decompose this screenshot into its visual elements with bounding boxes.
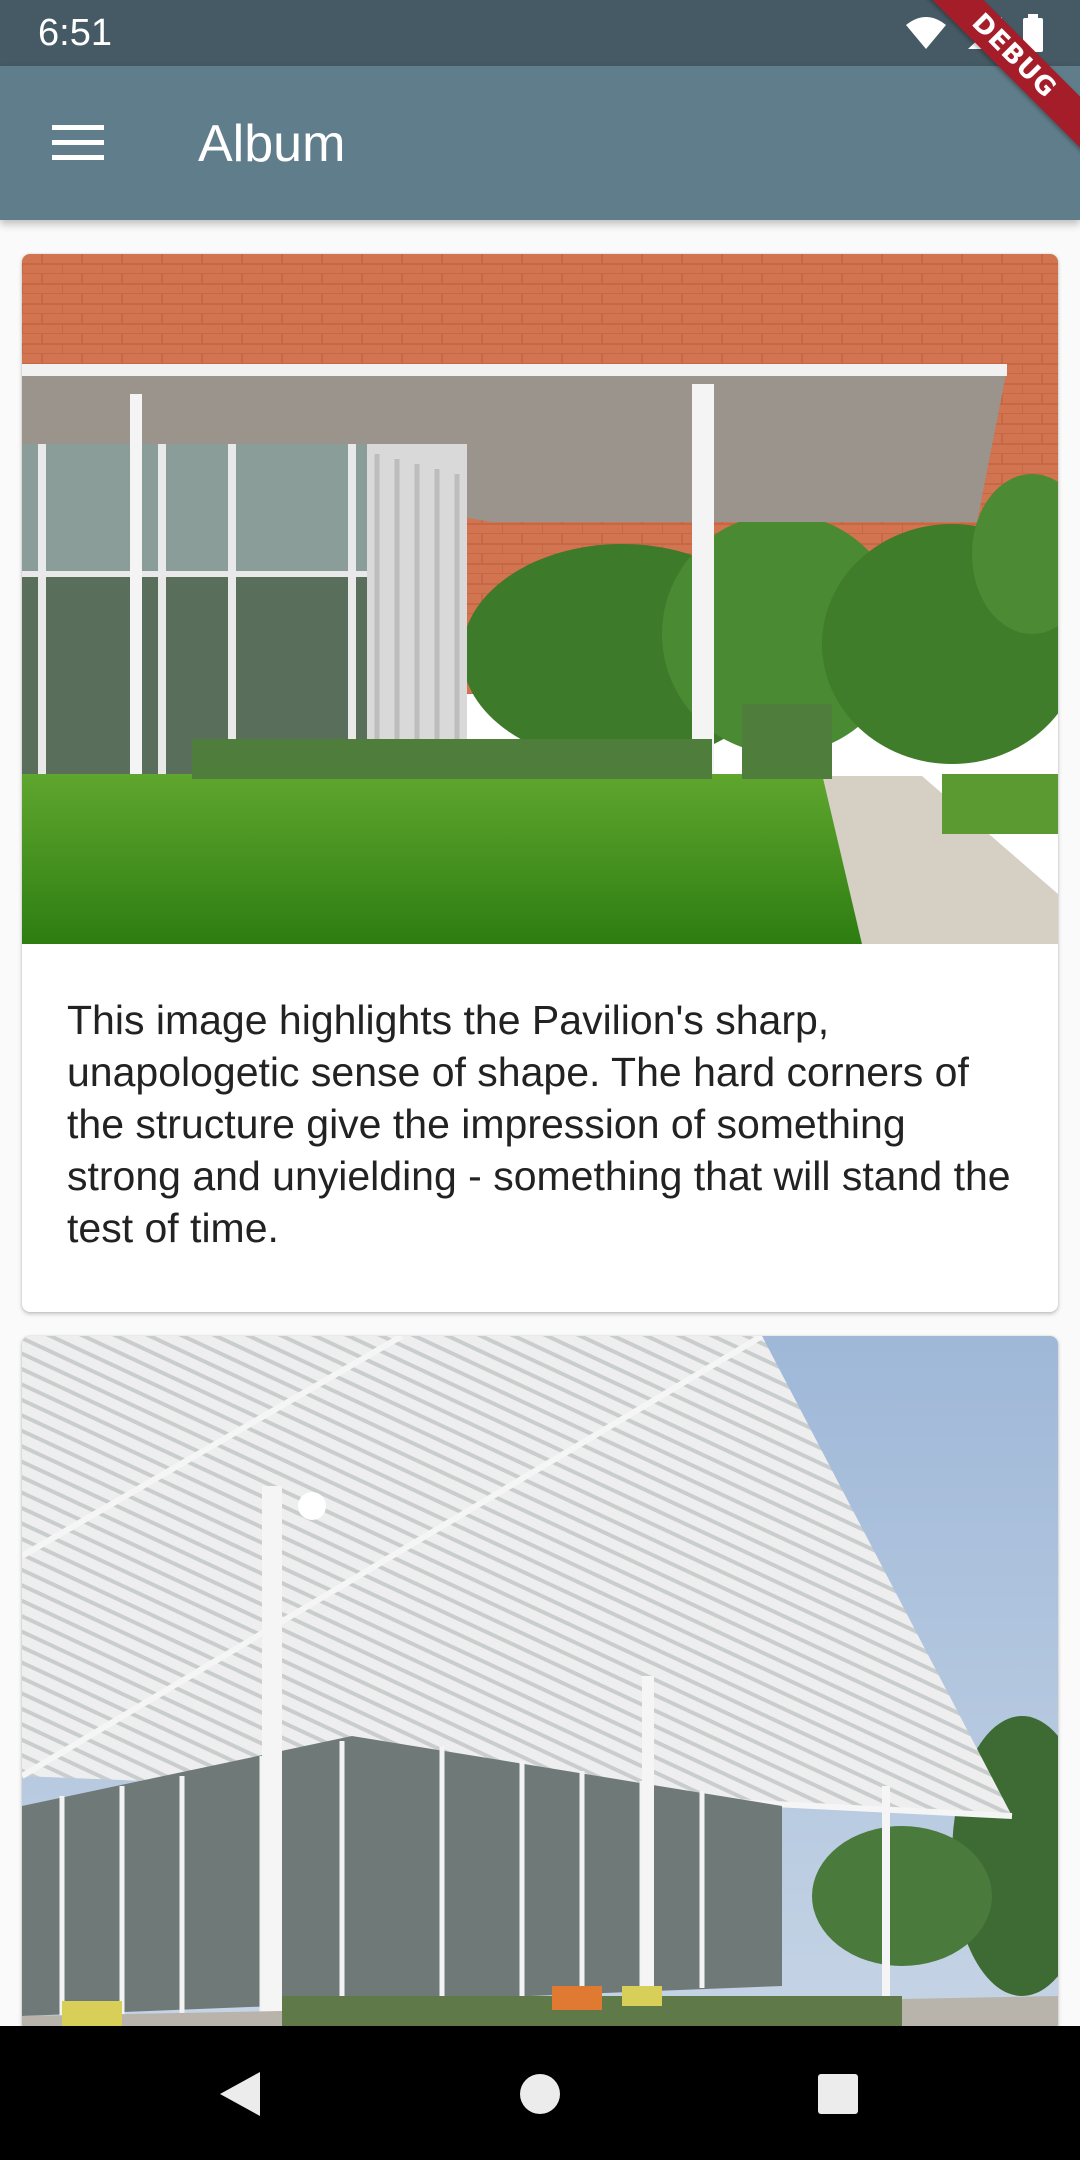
menu-button[interactable] [30, 100, 126, 186]
recents-button[interactable] [798, 2056, 878, 2132]
navigation-bar [0, 2026, 1080, 2160]
album-card[interactable]: This image highlights the Pavilion's sha… [22, 254, 1058, 1312]
status-bar: 6:51 DEBUG [0, 0, 1080, 161]
back-button[interactable] [200, 2056, 280, 2132]
status-time: 6:51 [38, 12, 112, 54]
home-icon [520, 2074, 560, 2114]
album-card-description: This image highlights the Pavilion's sha… [67, 997, 1011, 1251]
pavilion-exterior-photo [22, 254, 1058, 944]
album-list[interactable]: This image highlights the Pavilion's sha… [0, 220, 1080, 2026]
app-bar: Album [0, 66, 1080, 220]
album-card[interactable] [22, 1336, 1058, 2026]
back-icon [220, 2072, 260, 2116]
home-button[interactable] [500, 2056, 580, 2132]
page-title: Album [198, 115, 346, 173]
recents-icon [818, 2074, 858, 2114]
pavilion-canopy-photo [22, 1336, 1058, 2026]
wifi-icon [906, 17, 946, 49]
menu-icon [52, 125, 104, 160]
